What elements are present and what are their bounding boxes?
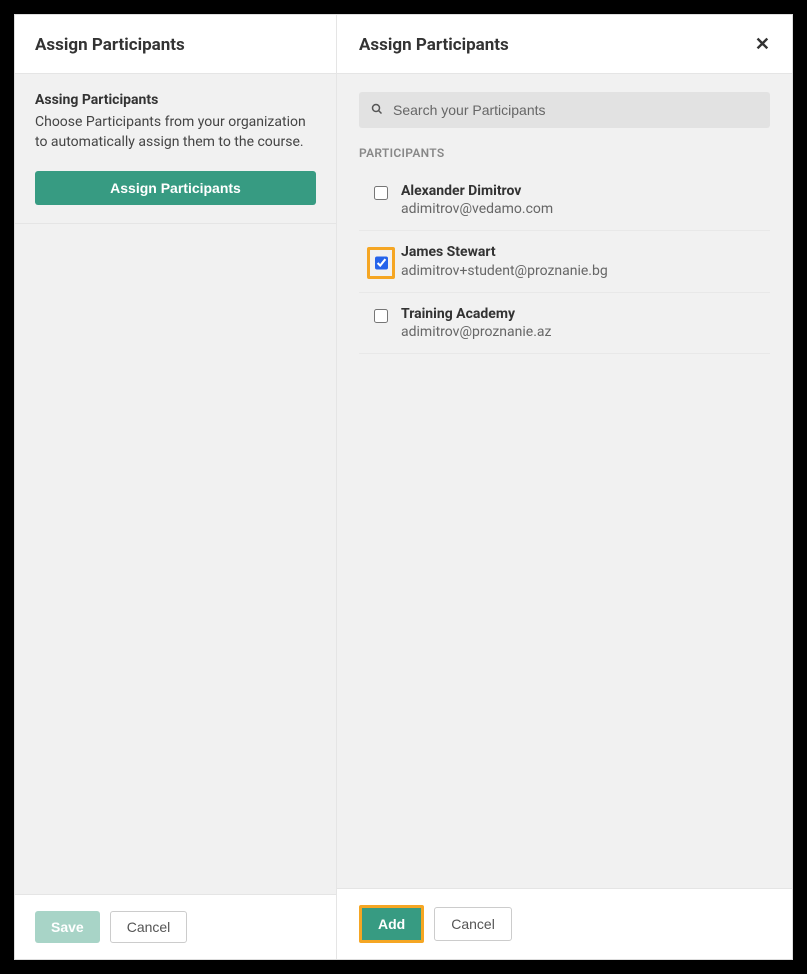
- left-body: Assing Participants Choose Participants …: [15, 74, 336, 224]
- left-description: Choose Participants from your organizati…: [35, 112, 316, 153]
- participant-name: Alexander Dimitrov: [401, 182, 762, 200]
- participant-checkbox[interactable]: [375, 256, 388, 270]
- right-title: Assign Participants: [359, 35, 509, 55]
- cancel-button-left[interactable]: Cancel: [110, 911, 188, 943]
- left-subtitle: Assing Participants: [35, 92, 316, 108]
- right-panel: Assign Participants ✕ PARTICIPANTS Alexa…: [337, 15, 792, 959]
- participant-email: adimitrov@vedamo.com: [401, 200, 762, 218]
- right-footer: Add Cancel: [337, 888, 792, 959]
- left-panel: Assign Participants Assing Participants …: [15, 15, 337, 959]
- assign-participants-button[interactable]: Assign Participants: [35, 171, 316, 205]
- participant-row[interactable]: James Stewartadimitrov+student@proznanie…: [359, 231, 770, 292]
- add-button-highlight: Add: [359, 905, 424, 943]
- right-body: PARTICIPANTS Alexander Dimitrovadimitrov…: [337, 74, 792, 888]
- participant-info: James Stewartadimitrov+student@proznanie…: [395, 243, 762, 279]
- left-title: Assign Participants: [35, 35, 316, 55]
- participant-name: James Stewart: [401, 243, 762, 261]
- participant-checkbox-wrap: [367, 309, 395, 323]
- search-field-wrap[interactable]: [359, 92, 770, 128]
- left-header: Assign Participants: [15, 15, 336, 74]
- save-button[interactable]: Save: [35, 911, 100, 943]
- participant-checkbox-wrap: [367, 186, 395, 200]
- left-spacer: [15, 224, 336, 894]
- participant-email: adimitrov@proznanie.az: [401, 323, 762, 341]
- add-button[interactable]: Add: [362, 908, 421, 940]
- participant-checkbox[interactable]: [374, 309, 388, 323]
- participant-email: adimitrov+student@proznanie.bg: [401, 262, 762, 280]
- participant-list: Alexander Dimitrovadimitrov@vedamo.com Ja…: [359, 170, 770, 354]
- participant-checkbox[interactable]: [374, 186, 388, 200]
- participant-name: Training Academy: [401, 305, 762, 323]
- participant-checkbox-wrap: [367, 247, 395, 279]
- participant-info: Training Academyadimitrov@proznanie.az: [395, 305, 762, 341]
- cancel-button-right[interactable]: Cancel: [434, 907, 512, 941]
- participant-row[interactable]: Training Academyadimitrov@proznanie.az: [359, 293, 770, 354]
- participant-row[interactable]: Alexander Dimitrovadimitrov@vedamo.com: [359, 170, 770, 231]
- left-footer: Save Cancel: [15, 894, 336, 959]
- right-header: Assign Participants ✕: [337, 15, 792, 74]
- participants-section-label: PARTICIPANTS: [359, 146, 770, 160]
- close-icon[interactable]: ✕: [755, 36, 770, 54]
- search-icon: [371, 103, 383, 118]
- search-input[interactable]: [393, 102, 758, 118]
- participant-info: Alexander Dimitrovadimitrov@vedamo.com: [395, 182, 762, 218]
